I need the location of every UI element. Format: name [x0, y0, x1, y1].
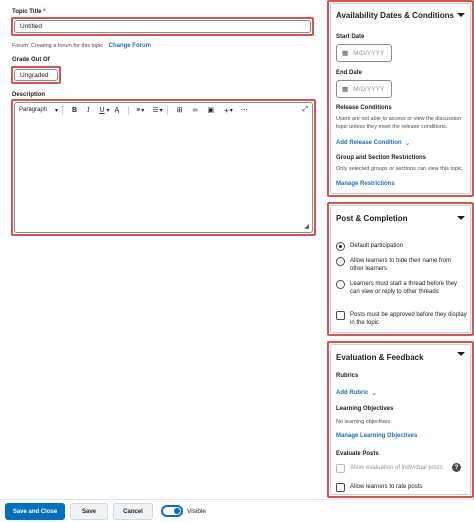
evaluation-highlight: Evaluation & Feedback Rubrics Add Rubric… [327, 341, 474, 498]
rubrics-label: Rubrics [336, 373, 359, 379]
align-icon[interactable]: ≡ [136, 107, 140, 114]
forum-info: Forum: Creating a forum for this topic C… [12, 43, 151, 49]
evaluation-panel: Evaluation & Feedback Rubrics Add Rubric… [330, 344, 471, 495]
add-rubric-button[interactable]: Add Rubric ⌄ [336, 389, 377, 397]
insert-stuff-icon[interactable]: ⊞ [177, 106, 183, 114]
checkbox[interactable] [336, 483, 345, 492]
description-label: Description [12, 92, 46, 98]
grade-label: Grade Out Of [12, 57, 50, 63]
cancel-button[interactable]: Cancel [113, 503, 153, 520]
collapse-caret-icon[interactable] [457, 216, 465, 220]
manage-objectives-link[interactable]: Manage Learning Objectives [336, 433, 417, 439]
required-mark: * [43, 9, 46, 15]
editor-toolbar: Paragraph ▾ B I U ▾ Ą ≡ ▾ ☰ ▾ ⊞ ∞ ▣ + ▾ … [15, 103, 312, 117]
start-date-input[interactable]: ▦ M/D/YYYY [336, 44, 392, 62]
help-icon[interactable]: ? [452, 463, 461, 472]
evaluate-posts-label: Evaluate Posts [336, 451, 379, 457]
toolbar-divider [166, 105, 168, 115]
topic-title-input[interactable]: Untitled [14, 20, 311, 33]
description-highlight: Paragraph ▾ B I U ▾ Ą ≡ ▾ ☰ ▾ ⊞ ∞ ▣ + ▾ … [11, 99, 316, 236]
end-date-input[interactable]: ▦ M/D/YYYY [336, 80, 392, 98]
start-date-label: Start Date [336, 34, 365, 40]
toggle-knob [174, 508, 180, 514]
release-conditions-text: Users are not able to access or view the… [336, 116, 462, 130]
fullscreen-icon[interactable]: ⤢ [302, 106, 308, 114]
end-date-label: End Date [336, 70, 363, 76]
availability-highlight: Availability Dates & Conditions Start Da… [327, 0, 474, 197]
manage-restrictions-link[interactable]: Manage Restrictions [336, 181, 395, 187]
approve-posts-option[interactable]: Posts must be approved before they displ… [336, 311, 468, 327]
chevron-down-icon: ▾ [141, 107, 145, 114]
image-icon[interactable]: ▣ [207, 106, 214, 114]
allow-evaluation-option[interactable]: Allow evaluation of individual posts [336, 464, 443, 473]
save-button[interactable]: Save [70, 503, 108, 520]
calendar-icon: ▦ [342, 50, 349, 57]
no-objectives-text: No learning objectives [336, 419, 391, 425]
list-icon[interactable]: ☰ [152, 106, 158, 114]
checkbox[interactable] [336, 464, 345, 473]
italic-button[interactable]: I [87, 106, 89, 114]
group-restrictions-title: Group and Section Restrictions [336, 155, 427, 161]
change-forum-link[interactable]: Change Forum [109, 43, 151, 49]
radio-start-thread[interactable]: Learners must start a thread before they… [336, 280, 468, 296]
chevron-down-icon: ▾ [106, 107, 110, 114]
group-restrictions-text: Only selected groups or sections can vie… [336, 166, 462, 172]
footer-divider [0, 499, 474, 500]
collapse-caret-icon[interactable] [457, 13, 465, 17]
post-completion-highlight: Post & Completion Default participation … [327, 202, 474, 336]
toggle-switch[interactable] [161, 505, 183, 517]
underline-button[interactable]: U [99, 107, 104, 114]
toolbar-divider [62, 105, 64, 115]
chevron-down-icon: ▾ [55, 107, 59, 114]
radio-hide-name[interactable]: Allow learners to hide their name from o… [336, 257, 466, 273]
chevron-down-icon: ▾ [229, 107, 233, 114]
post-completion-title: Post & Completion [336, 214, 408, 223]
radio-button[interactable] [336, 242, 345, 251]
allow-rating-option[interactable]: Allow learners to rate posts [336, 483, 422, 492]
grade-input[interactable]: Ungraded [14, 69, 58, 81]
chevron-down-icon: ⌄ [404, 140, 411, 147]
bold-button[interactable]: B [72, 107, 77, 114]
link-icon[interactable]: ∞ [192, 107, 197, 114]
availability-title: Availability Dates & Conditions [336, 11, 454, 20]
more-options-icon[interactable]: ⋯ [241, 106, 248, 114]
calendar-icon: ▦ [342, 86, 349, 93]
resize-handle-icon[interactable]: ◢ [304, 223, 309, 230]
save-and-close-button[interactable]: Save and Close [5, 503, 65, 520]
visibility-toggle[interactable]: Visible [161, 505, 206, 517]
chevron-down-icon: ▾ [159, 107, 163, 114]
description-editor: Paragraph ▾ B I U ▾ Ą ≡ ▾ ☰ ▾ ⊞ ∞ ▣ + ▾ … [14, 102, 313, 233]
visible-label: Visible [187, 507, 207, 515]
toolbar-divider [128, 105, 130, 115]
evaluation-title: Evaluation & Feedback [336, 353, 424, 362]
topic-title-label: Topic Title * [12, 9, 46, 15]
release-conditions-title: Release Conditions [336, 105, 392, 111]
checkbox[interactable] [336, 311, 345, 320]
post-completion-panel: Post & Completion Default participation … [330, 205, 471, 333]
availability-panel: Availability Dates & Conditions Start Da… [330, 3, 471, 194]
add-release-condition-button[interactable]: Add Release Condition ⌄ [336, 139, 411, 147]
paragraph-select[interactable]: Paragraph ▾ [19, 107, 58, 114]
radio-button[interactable] [336, 280, 345, 289]
collapse-caret-icon[interactable] [457, 352, 465, 356]
learning-objectives-label: Learning Objectives [336, 406, 394, 412]
chevron-down-icon: ⌄ [371, 390, 378, 397]
grade-highlight: Ungraded [11, 66, 61, 84]
topic-title-highlight: Untitled [11, 17, 314, 36]
text-format-icon[interactable]: Ą [115, 107, 120, 114]
radio-button[interactable] [336, 257, 345, 266]
insert-more-button[interactable]: + [224, 106, 229, 115]
radio-default-participation[interactable]: Default participation [336, 242, 403, 251]
